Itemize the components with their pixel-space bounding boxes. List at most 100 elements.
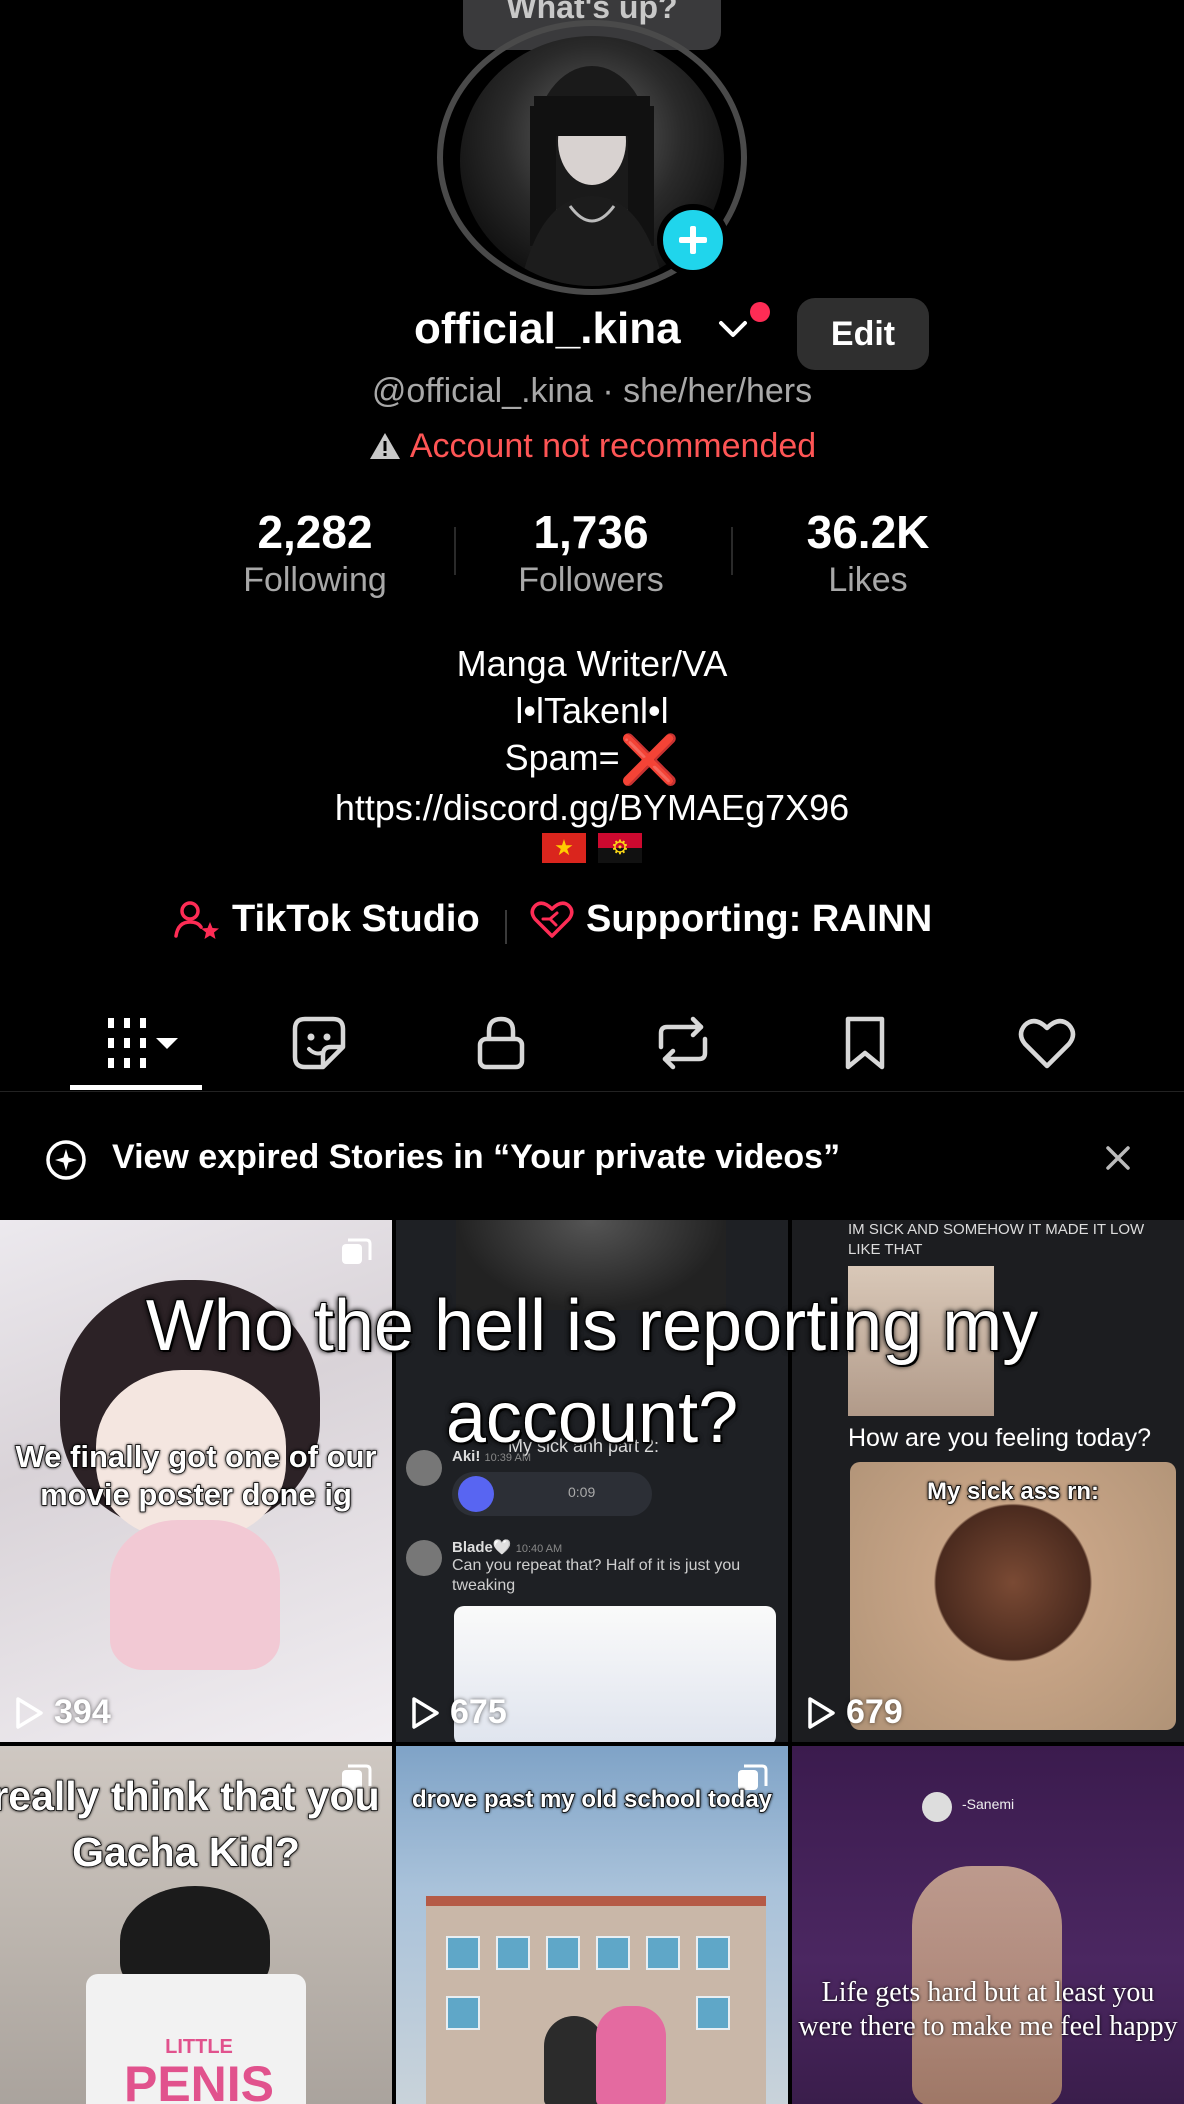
following-label: Following	[243, 561, 387, 599]
view-count-value: 675	[450, 1693, 507, 1731]
avatar	[922, 1792, 952, 1822]
cross-mark-emoji: ❌	[619, 734, 680, 787]
handle-and-pronouns: @official_.kina · she/her/hers	[371, 372, 813, 410]
profile-tabs	[0, 1000, 1184, 1092]
play-icon	[808, 1696, 835, 1729]
heart-hands-icon	[530, 900, 574, 938]
image-caption: My sick ass rn:	[926, 1477, 1100, 1506]
links-divider	[505, 910, 507, 944]
tab-private[interactable]	[441, 1008, 561, 1078]
stat-likes[interactable]: 36.2K Likes	[748, 505, 988, 600]
video-thumbnail[interactable]: drove past my old school today	[396, 1746, 788, 2104]
bio-line: Spam=❌	[0, 734, 1184, 787]
add-story-button[interactable]	[657, 204, 729, 276]
bio: Manga Writer/VA l•lTakenl•l Spam=❌ https…	[0, 640, 1184, 831]
chevron-down-icon[interactable]	[718, 318, 748, 342]
video-caption: Life gets hard but at least you were the…	[798, 1977, 1178, 2042]
bio-spam-text: Spam=	[504, 737, 620, 778]
window	[546, 1936, 580, 1970]
supporting-label: Supporting: RAINN	[586, 898, 933, 940]
stat-divider	[454, 527, 456, 575]
profile-links: TikTok Studio Supporting: RAINN	[0, 898, 1184, 954]
vietnam-flag-icon	[542, 833, 586, 863]
character	[544, 2016, 604, 2104]
supporting-link[interactable]: Supporting: RAINN	[530, 898, 932, 941]
likes-count: 36.2K	[806, 506, 930, 558]
bio-link[interactable]: https://discord.gg/BYMAEg7X96	[0, 784, 1184, 831]
video-thumbnail[interactable]: LITTLE PENIS really think that you Gacha …	[0, 1746, 392, 2104]
window	[446, 1996, 480, 2030]
warning-icon	[369, 433, 400, 459]
notification-dot	[750, 302, 770, 322]
expired-stories-banner[interactable]: View expired Stories in “Your private vi…	[0, 1120, 1184, 1196]
username[interactable]: official_.kina	[414, 304, 681, 354]
video-caption: drove past my old school today	[411, 1785, 773, 1814]
character-dress	[110, 1520, 280, 1670]
window	[646, 1936, 680, 1970]
play-icon	[16, 1696, 43, 1729]
video-caption: really think that you Gacha Kid?	[0, 1772, 380, 1876]
stat-followers[interactable]: 1,736 Followers	[471, 505, 711, 600]
angola-flag-icon	[598, 833, 642, 863]
stories-banner-text: View expired Stories in “Your private vi…	[112, 1138, 841, 1176]
logo-top-text: LITTLE	[165, 2036, 233, 2058]
tiktok-studio-link[interactable]: TikTok Studio	[174, 898, 480, 941]
studio-label: TikTok Studio	[232, 898, 480, 940]
edit-profile-button[interactable]: Edit	[797, 298, 929, 370]
play-icon	[412, 1696, 439, 1729]
window	[696, 1936, 730, 1970]
account-status[interactable]: Account not recommended	[0, 427, 1184, 466]
followers-count: 1,736	[533, 506, 649, 558]
likes-label: Likes	[828, 561, 908, 599]
grid-icon	[108, 1018, 178, 1068]
window	[596, 1936, 630, 1970]
lock-icon	[477, 1016, 525, 1070]
close-icon[interactable]	[1100, 1140, 1136, 1176]
avatar	[406, 1540, 442, 1576]
stat-following[interactable]: 2,282 Following	[195, 505, 435, 600]
window	[496, 1936, 530, 1970]
logo-text: PENIS	[123, 2056, 275, 2104]
bookmark-icon	[845, 1016, 885, 1070]
window	[446, 1936, 480, 1970]
story-icon	[46, 1140, 86, 1180]
pause-icon	[458, 1476, 494, 1512]
shirt-logo: LITTLE PENIS	[104, 2036, 294, 2104]
plus-icon	[679, 226, 707, 254]
multi-photo-icon	[342, 1238, 372, 1264]
bio-line: l•lTakenl•l	[515, 690, 669, 731]
active-tab-indicator	[70, 1085, 202, 1090]
tab-stickers[interactable]	[259, 1008, 379, 1078]
message-author: Blade🤍 10:40 AM	[452, 1538, 562, 1556]
profile-stats: 2,282 Following 1,736 Followers 36.2K Li…	[0, 505, 1184, 605]
sticker-icon	[292, 1016, 346, 1070]
video-thumbnail[interactable]: -Sanemi Life gets hard but at least you …	[792, 1746, 1184, 2104]
heart-icon	[1018, 1018, 1076, 1069]
followers-label: Followers	[518, 561, 664, 599]
tab-reposts[interactable]	[623, 1008, 743, 1078]
badge-name: -Sanemi	[962, 1796, 1015, 1812]
view-count-value: 394	[54, 1693, 111, 1731]
character	[596, 2006, 666, 2104]
bio-line: Manga Writer/VA	[456, 643, 728, 684]
audio-duration: 0:09	[568, 1484, 596, 1500]
account-warning-text: Account not recommended	[409, 427, 817, 465]
video-caption: IM SICK AND SOMEHOW IT MADE IT LOW LIKE …	[848, 1221, 1145, 1258]
bio-flags	[0, 833, 1184, 863]
name-row: official_.kina	[0, 300, 1184, 370]
stat-divider	[731, 527, 733, 575]
tab-liked[interactable]	[987, 1008, 1107, 1078]
view-count-value: 679	[846, 1693, 903, 1731]
author-name: Blade🤍	[452, 1539, 512, 1556]
view-count: 675	[410, 1693, 507, 1732]
studio-icon	[174, 900, 219, 939]
tab-favorites[interactable]	[805, 1008, 925, 1078]
following-count: 2,282	[257, 506, 373, 558]
tab-videos[interactable]	[80, 1008, 190, 1078]
message-time: 10:40 AM	[515, 1543, 563, 1555]
message-text: Can you repeat that? Half of it is just …	[452, 1557, 741, 1594]
view-count: 679	[806, 1693, 903, 1732]
window	[696, 1996, 730, 2030]
repost-icon	[658, 1016, 708, 1070]
view-count: 394	[14, 1693, 111, 1732]
